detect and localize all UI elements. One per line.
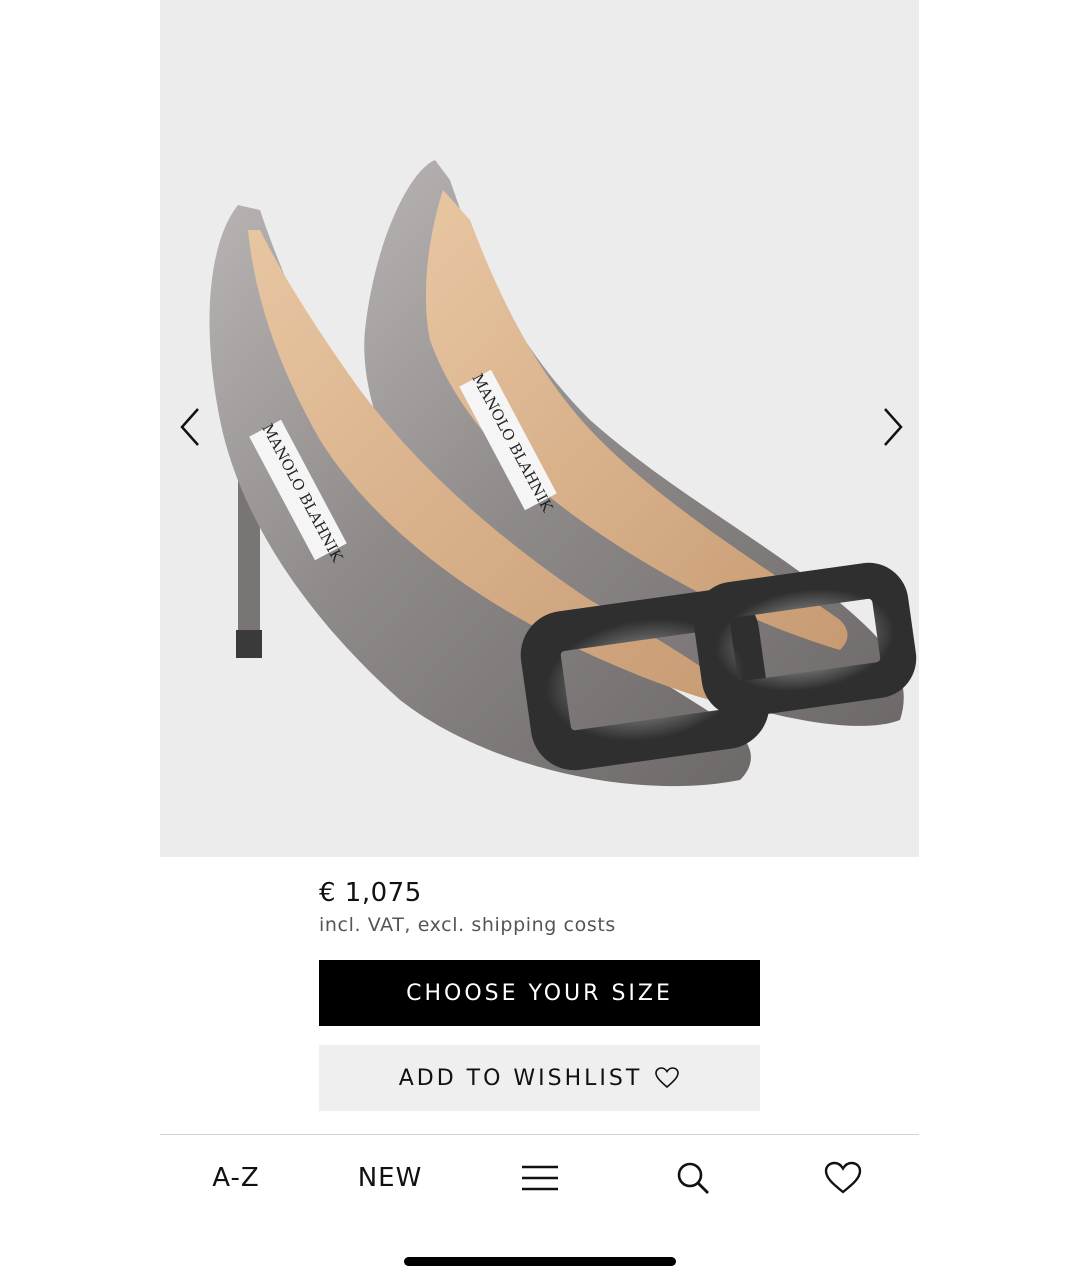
chevron-right-icon [884, 408, 903, 446]
heart-outline-icon [824, 1161, 862, 1194]
bottom-tab-bar: A-Z NEW [160, 1145, 919, 1215]
price-note: incl. VAT, excl. shipping costs [319, 914, 616, 936]
tab-a-z-label: A-Z [212, 1163, 260, 1193]
back-heel-tip [236, 630, 262, 658]
choose-size-label: CHOOSE YOUR SIZE [406, 980, 673, 1006]
tab-new-label: NEW [357, 1163, 423, 1193]
chevron-left-icon [180, 408, 199, 446]
tab-menu[interactable] [512, 1145, 568, 1211]
wishlist-label: ADD TO WISHLIST [398, 1065, 643, 1091]
home-indicator[interactable] [404, 1257, 676, 1266]
tab-favorites[interactable] [815, 1145, 871, 1211]
product-image-gallery[interactable]: MANOLO BLAHNIK MANOLO BLAHNIK [160, 0, 919, 857]
product-image: MANOLO BLAHNIK MANOLO BLAHNIK [209, 160, 917, 787]
product-price: € 1,075 [319, 878, 422, 908]
hamburger-menu-icon [522, 1165, 558, 1191]
tab-new[interactable]: NEW [340, 1145, 440, 1211]
tabbar-divider [160, 1134, 919, 1135]
search-icon [677, 1162, 709, 1194]
choose-size-button[interactable]: CHOOSE YOUR SIZE [319, 960, 760, 1026]
tab-a-z[interactable]: A-Z [196, 1145, 276, 1211]
tab-search[interactable] [665, 1145, 721, 1211]
previous-image-button[interactable] [168, 405, 212, 449]
add-to-wishlist-button[interactable]: ADD TO WISHLIST [319, 1045, 760, 1111]
next-image-button[interactable] [871, 405, 915, 449]
heart-outline-icon [655, 1067, 680, 1089]
